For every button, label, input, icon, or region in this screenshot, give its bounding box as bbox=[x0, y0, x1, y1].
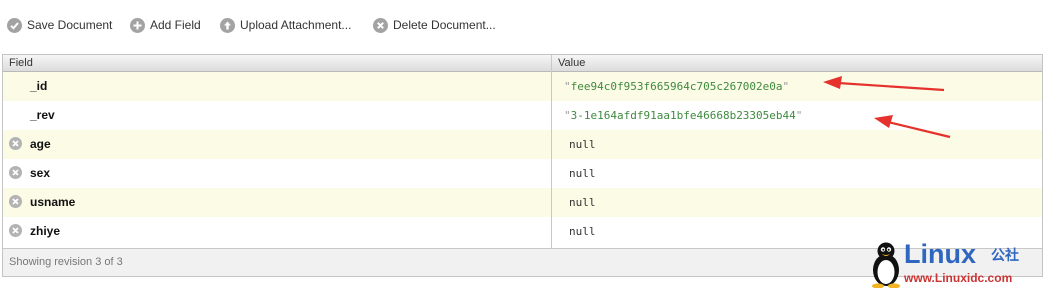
add-field-button[interactable]: Add Field bbox=[130, 16, 201, 34]
field-value[interactable]: null bbox=[569, 130, 596, 159]
add-field-label: Add Field bbox=[150, 18, 201, 32]
field-name: zhiye bbox=[30, 224, 61, 238]
field-name: _id bbox=[30, 79, 48, 93]
save-document-button[interactable]: Save Document bbox=[7, 16, 112, 34]
column-divider bbox=[551, 55, 552, 249]
table-row[interactable]: _rev "3-1e164afdf91aa1bfe46668b23305eb44… bbox=[3, 101, 1042, 130]
check-icon bbox=[7, 17, 22, 33]
close-circle-icon bbox=[373, 17, 388, 33]
table-row[interactable]: sex null bbox=[3, 159, 1042, 188]
field-value[interactable]: null bbox=[569, 217, 596, 246]
watermark-url: www.Linuxidc.com bbox=[904, 271, 1013, 285]
upload-arrow-icon bbox=[220, 17, 235, 33]
upload-attachment-button[interactable]: Upload Attachment... bbox=[220, 16, 351, 34]
plus-icon bbox=[130, 17, 145, 33]
revision-status: Showing revision 3 of 3 bbox=[9, 256, 123, 268]
save-document-label: Save Document bbox=[27, 18, 113, 32]
table-row[interactable]: usname null bbox=[3, 188, 1042, 217]
delete-field-icon[interactable] bbox=[9, 224, 22, 237]
field-name: sex bbox=[30, 166, 51, 180]
field-name: usname bbox=[30, 195, 76, 209]
table-row[interactable]: age null bbox=[3, 130, 1042, 159]
delete-field-icon[interactable] bbox=[9, 137, 22, 150]
watermark-brand-cn: 公社 bbox=[991, 247, 1019, 263]
field-name: _rev bbox=[30, 108, 55, 122]
field-name: age bbox=[30, 137, 51, 151]
field-value[interactable]: "3-1e164afdf91aa1bfe46668b23305eb44" bbox=[564, 101, 802, 130]
value-column-header: Value bbox=[558, 57, 586, 69]
penguin-icon bbox=[872, 242, 900, 288]
delete-document-button[interactable]: Delete Document... bbox=[373, 16, 496, 34]
document-toolbar: Save Document Add Field Upload Attachmen… bbox=[0, 0, 1045, 50]
linuxidc-watermark: Linux 公社 www.Linuxidc.com bbox=[866, 238, 1045, 289]
table-row[interactable]: _id "fee94c0f953f665964c705c267002e0a" bbox=[3, 72, 1042, 101]
field-column-header: Field bbox=[9, 57, 33, 69]
upload-attachment-label: Upload Attachment... bbox=[240, 18, 352, 32]
field-value[interactable]: null bbox=[569, 188, 596, 217]
delete-document-label: Delete Document... bbox=[393, 18, 496, 32]
field-value[interactable]: "fee94c0f953f665964c705c267002e0a" bbox=[564, 72, 789, 101]
field-value[interactable]: null bbox=[569, 159, 596, 188]
watermark-brand: Linux bbox=[904, 239, 976, 269]
delete-field-icon[interactable] bbox=[9, 195, 22, 208]
table-header: Field Value bbox=[3, 55, 1042, 72]
delete-field-icon[interactable] bbox=[9, 166, 22, 179]
